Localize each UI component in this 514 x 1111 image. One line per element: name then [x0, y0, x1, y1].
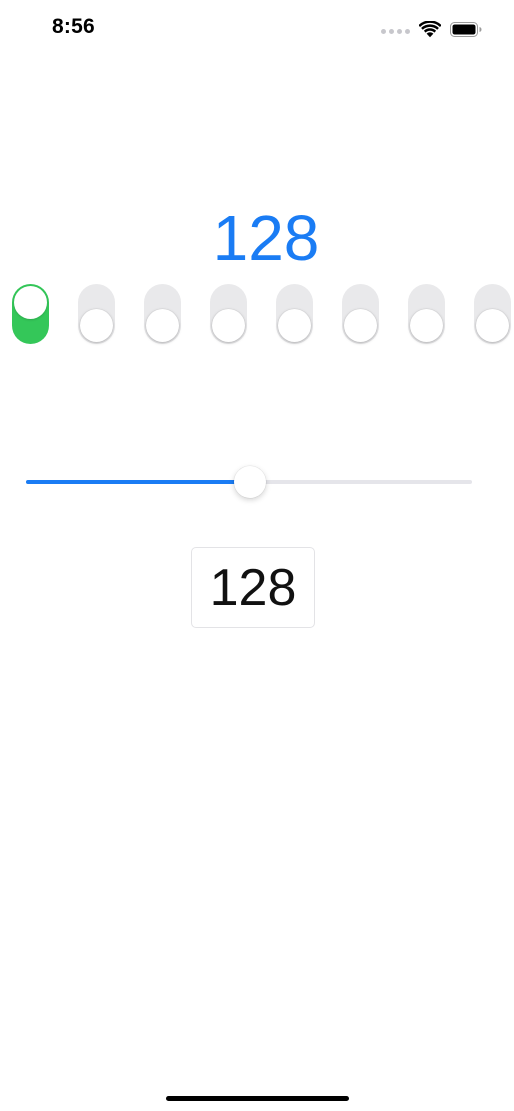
- bit-switch-row: [12, 284, 514, 346]
- switch-knob: [476, 309, 509, 342]
- bit-switch-2[interactable]: [78, 284, 115, 344]
- status-bar: 8:56: [0, 0, 514, 56]
- bit-switch-3[interactable]: [144, 284, 181, 344]
- switch-knob: [80, 309, 113, 342]
- status-icons: [381, 18, 482, 40]
- switch-knob: [14, 286, 47, 319]
- bit-switch-7[interactable]: [408, 284, 445, 344]
- slider-thumb[interactable]: [234, 466, 266, 498]
- switch-knob: [278, 309, 311, 342]
- bit-switch-4[interactable]: [210, 284, 247, 344]
- battery-icon: [450, 21, 482, 37]
- decimal-value-display: 128: [212, 202, 320, 274]
- switch-knob: [212, 309, 245, 342]
- value-input-field[interactable]: 128: [191, 547, 315, 628]
- slider-fill: [26, 480, 250, 484]
- value-slider[interactable]: [26, 466, 472, 498]
- status-time: 8:56: [52, 15, 95, 38]
- bit-switch-1[interactable]: [12, 284, 49, 344]
- bit-switch-8[interactable]: [474, 284, 511, 344]
- signal-dots-icon: [381, 28, 410, 34]
- wifi-icon: [419, 20, 441, 37]
- switch-knob: [344, 309, 377, 342]
- bit-switch-6[interactable]: [342, 284, 379, 344]
- switch-knob: [410, 309, 443, 342]
- home-indicator: [166, 1096, 349, 1101]
- switch-knob: [146, 309, 179, 342]
- bit-switch-5[interactable]: [276, 284, 313, 344]
